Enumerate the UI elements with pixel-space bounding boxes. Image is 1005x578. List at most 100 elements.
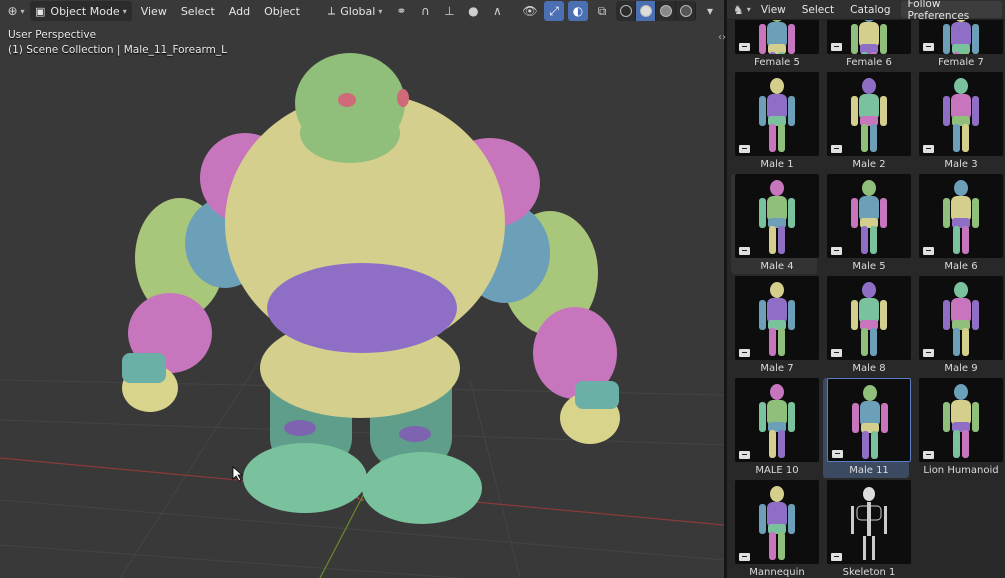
rendered-shading-icon[interactable] [676, 1, 696, 21]
character-thumbnail-figure [943, 384, 979, 458]
viewport-info: User Perspective (1) Scene Collection | … [8, 28, 227, 58]
asset-archive-icon [739, 349, 750, 357]
character-model[interactable] [110, 48, 630, 528]
asset-item[interactable]: Male 2 [823, 72, 911, 172]
asset-item[interactable]: Male 8 [823, 276, 911, 376]
character-thumbnail-figure [943, 282, 979, 356]
region-toggle-icon[interactable]: ‹› [718, 32, 726, 43]
character-thumbnail-figure [851, 180, 887, 254]
asset-item[interactable]: Male 6 [915, 174, 1003, 274]
asset-label: Skeleton 1 [842, 567, 896, 578]
asset-thumbnail [827, 480, 911, 564]
asset-thumbnail [919, 276, 1003, 360]
character-thumbnail-figure [851, 78, 887, 152]
asset-label: Male 8 [852, 363, 886, 374]
orientation-label: Global [340, 4, 376, 18]
asset-archive-icon [923, 349, 934, 357]
asset-menu-select[interactable]: Select [796, 0, 840, 20]
editor-type-icon[interactable]: ⊕ ▾ [6, 1, 26, 21]
asset-item[interactable]: Male 11 [823, 378, 911, 478]
shading-options-icon[interactable]: ▾ [700, 1, 720, 21]
asset-item[interactable]: Skeleton 1 [823, 480, 911, 578]
menu-select[interactable]: Select [176, 1, 220, 21]
asset-label: Lion Humanoid [923, 465, 999, 476]
asset-item[interactable]: Male 5 [823, 174, 911, 274]
object-mode-icon: ▣ [35, 4, 46, 18]
asset-item[interactable]: Male 7 [731, 276, 819, 376]
overlay-icon[interactable]: ◐ [568, 1, 588, 21]
asset-thumbnail [735, 378, 819, 462]
asset-thumbnail [827, 72, 911, 156]
menu-object[interactable]: Object [259, 1, 305, 21]
asset-archive-icon [739, 451, 750, 459]
asset-archive-icon [923, 43, 934, 51]
proportional-edit-icon[interactable]: ● [463, 1, 483, 21]
visibility-icon[interactable]: 👁 [520, 1, 540, 21]
asset-label: Male 5 [852, 261, 886, 272]
asset-thumbnail [735, 480, 819, 564]
asset-label: Female 5 [754, 57, 800, 68]
gizmo-icon[interactable]: ⤢ [544, 1, 564, 21]
mode-label: Object Mode [50, 4, 120, 18]
asset-archive-icon [832, 450, 843, 458]
asset-thumbnail [735, 276, 819, 360]
mouse-cursor-icon [232, 466, 244, 482]
asset-archive-icon [831, 553, 842, 561]
wireframe-shading-icon[interactable] [616, 1, 636, 21]
menu-view[interactable]: View [136, 1, 172, 21]
mode-dropdown[interactable]: ▣ Object Mode ▾ [30, 1, 132, 21]
asset-label: MALE 10 [755, 465, 799, 476]
asset-archive-icon [831, 349, 842, 357]
falloff-icon[interactable]: ∧ [487, 1, 507, 21]
asset-archive-icon [831, 247, 842, 255]
follow-preferences-button[interactable]: Follow Preferences [900, 0, 1002, 22]
character-thumbnail-figure [759, 180, 795, 254]
asset-thumbnail [919, 72, 1003, 156]
3d-viewport[interactable]: ⊕ ▾ ▣ Object Mode ▾ View Select Add Object… [0, 0, 724, 578]
asset-item[interactable]: Male 4 [731, 174, 819, 274]
asset-archive-icon [739, 145, 750, 153]
asset-item[interactable]: Mannequin [731, 480, 819, 578]
asset-archive-icon [739, 247, 750, 255]
character-thumbnail-figure [759, 282, 795, 356]
asset-label: Male 2 [852, 159, 886, 170]
asset-archive-icon [923, 247, 934, 255]
shading-buttons [616, 1, 696, 21]
asset-menu-view[interactable]: View [755, 0, 792, 20]
transform-orientation-dropdown[interactable]: ⟂ Global ▾ [323, 1, 387, 21]
asset-menu-catalog[interactable]: Catalog [844, 0, 896, 20]
asset-label: Male 9 [944, 363, 978, 374]
solid-shading-icon[interactable] [636, 1, 656, 21]
asset-label: Male 7 [760, 363, 794, 374]
asset-thumbnail [735, 174, 819, 258]
menu-add[interactable]: Add [224, 1, 255, 21]
asset-item[interactable]: Male 1 [731, 72, 819, 172]
asset-thumbnail [919, 174, 1003, 258]
snap-icon[interactable]: ∩ [415, 1, 435, 21]
character-thumbnail-figure [943, 78, 979, 152]
asset-item[interactable]: MALE 10 [731, 378, 819, 478]
asset-label: Male 4 [760, 261, 794, 272]
asset-thumbnail [827, 174, 911, 258]
asset-label: Female 7 [938, 57, 984, 68]
character-thumbnail-figure [943, 180, 979, 254]
perspective-label: User Perspective [8, 29, 97, 41]
asset-editor-type-icon[interactable]: ♞ ▾ [733, 0, 751, 20]
asset-archive-icon [831, 145, 842, 153]
character-thumbnail-figure [759, 78, 795, 152]
skeleton-thumbnail-figure [851, 487, 887, 560]
xray-icon[interactable]: ⧉ [592, 1, 612, 21]
snap-target-icon[interactable]: ⊥ [439, 1, 459, 21]
asset-item[interactable]: Male 9 [915, 276, 1003, 376]
asset-archive-icon [831, 43, 842, 51]
asset-thumbnail [827, 378, 911, 462]
asset-label: Male 1 [760, 159, 794, 170]
material-shading-icon[interactable] [656, 1, 676, 21]
pivot-icon[interactable]: ⚭ [391, 1, 411, 21]
asset-item[interactable]: Male 3 [915, 72, 1003, 172]
asset-thumbnail [735, 72, 819, 156]
asset-label: Male 11 [849, 465, 889, 476]
asset-item[interactable]: Lion Humanoid [915, 378, 1003, 478]
asset-archive-icon [739, 553, 750, 561]
asset-archive-icon [739, 43, 750, 51]
